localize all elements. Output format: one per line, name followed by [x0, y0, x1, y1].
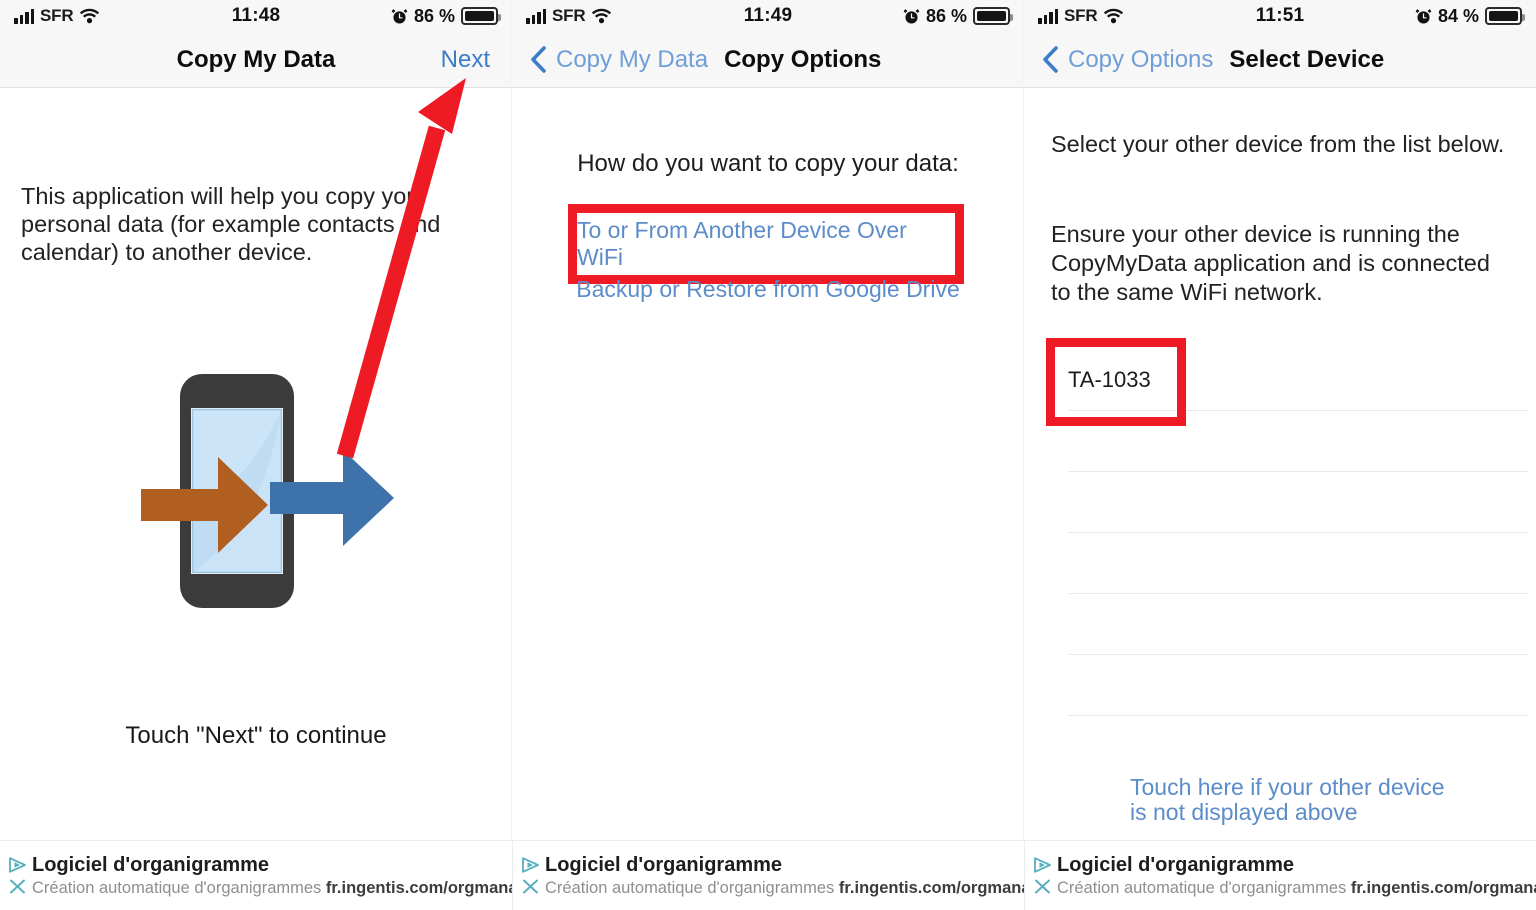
table-row[interactable] [1068, 472, 1528, 533]
status-bar-right: 84 % [1415, 0, 1525, 32]
panel-select-device: SFR 11:51 84 % Copy Options Select Devic… [1024, 0, 1536, 840]
status-bar-right: 86 % [391, 0, 501, 32]
ad-subtitle: Création automatique d'organigrammes fr.… [1057, 877, 1536, 899]
ad-icon-column [1027, 856, 1057, 896]
battery-percent-label: 86 % [925, 5, 967, 26]
ad-description: Création automatique d'organigrammes [32, 878, 322, 897]
ad-banner[interactable]: Logiciel d'organigramme Création automat… [0, 841, 512, 910]
footer-hint: Touch "Next" to continue [125, 722, 387, 749]
close-x-icon[interactable] [1032, 877, 1053, 896]
panel-copy-my-data: SFR 11:48 86 % Copy My Data Next This ap… [0, 0, 512, 840]
device-list[interactable]: TA-1033 [1024, 350, 1536, 716]
ad-title[interactable]: Logiciel d'organigramme [1057, 853, 1536, 877]
ad-url[interactable]: fr.ingentis.com/orgmanager [839, 879, 1024, 897]
device-not-listed-line1: Touch here if your other device [1130, 774, 1445, 800]
back-label[interactable]: Copy Options [1068, 46, 1213, 74]
phone-transfer-arrows-illustration [141, 374, 394, 608]
status-bar: SFR 11:51 84 % [1024, 0, 1536, 32]
battery-icon [973, 7, 1013, 25]
status-bar: SFR 11:48 86 % [0, 0, 512, 32]
adchoices-triangle-icon[interactable] [520, 856, 541, 874]
copy-options-question: How do you want to copy your data: [577, 150, 959, 177]
select-device-instruction: Select your other device from the list b… [1051, 131, 1505, 157]
table-row[interactable] [1068, 533, 1528, 594]
ad-url[interactable]: fr.ingentis.com/orgmanager [1351, 879, 1536, 897]
alarm-clock-icon [903, 8, 920, 23]
ad-url[interactable]: fr.ingentis.com/orgmanager [326, 879, 512, 897]
intro-text: This application will help you copy your… [21, 183, 441, 265]
table-row[interactable] [1068, 594, 1528, 655]
battery-percent-label: 86 % [413, 5, 455, 26]
status-bar: SFR 11:49 86 % [512, 0, 1024, 32]
table-row[interactable] [1068, 655, 1528, 716]
clock-label: 11:48 [231, 5, 281, 26]
option-wifi-transfer[interactable]: To or From Another Device Over WiFi [577, 213, 955, 275]
nav-back-group[interactable]: Copy Options Select Device [1042, 32, 1384, 87]
adchoices-triangle-icon[interactable] [7, 856, 28, 874]
clock-label: 11:51 [1255, 5, 1305, 26]
page-title: Copy Options [724, 45, 882, 73]
screenshot-root: SFR 11:48 86 % Copy My Data Next This ap… [0, 0, 1536, 910]
ad-text-block: Logiciel d'organigramme Création automat… [32, 853, 512, 899]
ad-description: Création automatique d'organigrammes [1057, 878, 1347, 897]
page-title: Select Device [1229, 45, 1385, 73]
alarm-clock-icon [1415, 8, 1432, 23]
ad-strip: Logiciel d'organigramme Création automat… [0, 840, 1536, 910]
ad-icon-column [515, 856, 545, 896]
close-x-icon[interactable] [520, 877, 541, 896]
clock-label: 11:49 [743, 5, 793, 26]
nav-bar: Copy My Data Copy Options [512, 32, 1024, 88]
status-bar-right: 86 % [903, 0, 1013, 32]
page-title: Copy My Data [176, 45, 336, 73]
next-button[interactable]: Next [441, 32, 490, 87]
battery-icon [1485, 7, 1525, 25]
panel-strip: SFR 11:48 86 % Copy My Data Next This ap… [0, 0, 1536, 840]
close-x-icon[interactable] [7, 877, 28, 896]
battery-icon [461, 7, 501, 25]
ad-banner[interactable]: Logiciel d'organigramme Création automat… [1024, 841, 1536, 910]
primary-option-highlight: To or From Another Device Over WiFi [568, 204, 964, 284]
device-not-listed-link[interactable]: Touch here if your other device is not d… [1130, 775, 1510, 825]
chevron-left-icon[interactable] [530, 46, 546, 73]
ad-icon-column [2, 856, 32, 896]
ad-text-block: Logiciel d'organigramme Création automat… [545, 853, 1024, 899]
adchoices-triangle-icon[interactable] [1032, 856, 1053, 874]
ad-text-block: Logiciel d'organigramme Création automat… [1057, 853, 1536, 899]
ad-title[interactable]: Logiciel d'organigramme [545, 853, 1024, 877]
nav-bar: Copy My Data Next [0, 32, 512, 88]
chevron-left-icon[interactable] [1042, 46, 1058, 73]
alarm-clock-icon [391, 8, 408, 23]
device-not-listed-line2: is not displayed above [1130, 799, 1358, 825]
panel-copy-options: SFR 11:49 86 % Copy My Data Copy Options… [512, 0, 1024, 840]
device-name: TA-1033 [1068, 367, 1151, 392]
table-row[interactable]: TA-1033 [1068, 350, 1528, 411]
option-google-drive[interactable]: Backup or Restore from Google Drive [512, 276, 1024, 303]
nav-back-group[interactable]: Copy My Data Copy Options [530, 32, 881, 87]
ad-subtitle: Création automatique d'organigrammes fr.… [545, 877, 1024, 899]
ad-description: Création automatique d'organigrammes [545, 878, 835, 897]
ad-title[interactable]: Logiciel d'organigramme [32, 853, 512, 877]
battery-percent-label: 84 % [1437, 5, 1479, 26]
table-row[interactable] [1068, 411, 1528, 472]
ad-banner[interactable]: Logiciel d'organigramme Création automat… [512, 841, 1024, 910]
ad-subtitle: Création automatique d'organigrammes fr.… [32, 877, 512, 899]
nav-bar: Copy Options Select Device [1024, 32, 1536, 88]
red-annotation-box: To or From Another Device Over WiFi [568, 204, 964, 284]
back-label[interactable]: Copy My Data [556, 46, 708, 74]
select-device-note: Ensure your other device is running the … [1051, 221, 1490, 305]
